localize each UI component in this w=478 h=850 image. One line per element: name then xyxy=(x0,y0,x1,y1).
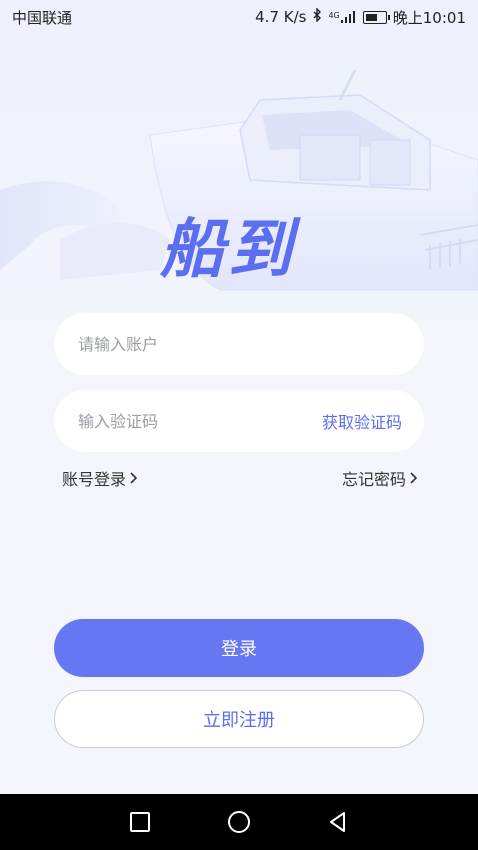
status-bar: 中国联通 4.7 K/s 4G 晚上10:01 xyxy=(0,0,478,34)
forgot-password-label: 忘记密码 xyxy=(341,470,406,489)
code-input[interactable] xyxy=(76,410,322,432)
chevron-right-icon xyxy=(410,469,418,488)
carrier-label: 中国联通 xyxy=(12,8,73,27)
bluetooth-icon xyxy=(312,7,322,26)
signal-icon: 4G xyxy=(328,11,356,23)
navigation-bar xyxy=(0,794,478,850)
login-button[interactable]: 登录 xyxy=(54,619,424,677)
account-field[interactable] xyxy=(54,313,424,375)
circle-icon[interactable] xyxy=(225,808,253,836)
status-right: 4.7 K/s 4G 晚上10:01 xyxy=(255,7,466,28)
triangle-back-icon[interactable] xyxy=(324,808,352,836)
chevron-right-icon xyxy=(130,469,138,488)
battery-icon xyxy=(362,10,390,24)
network-type: 4G xyxy=(328,11,340,20)
links-row: 账号登录 忘记密码 xyxy=(62,466,418,490)
account-login-label: 账号登录 xyxy=(62,470,127,489)
app-logo: 船到 xyxy=(160,213,296,287)
code-field[interactable]: 获取验证码 xyxy=(54,390,424,452)
forgot-password-link[interactable]: 忘记密码 xyxy=(342,466,418,490)
clock: 晚上10:01 xyxy=(392,8,466,27)
battery-fill xyxy=(365,13,377,21)
account-input[interactable] xyxy=(76,333,402,355)
network-speed: 4.7 K/s xyxy=(255,8,307,26)
square-icon[interactable] xyxy=(126,808,154,836)
get-code-button[interactable]: 获取验证码 xyxy=(322,409,402,433)
account-login-link[interactable]: 账号登录 xyxy=(62,466,138,490)
register-button[interactable]: 立即注册 xyxy=(54,690,424,748)
